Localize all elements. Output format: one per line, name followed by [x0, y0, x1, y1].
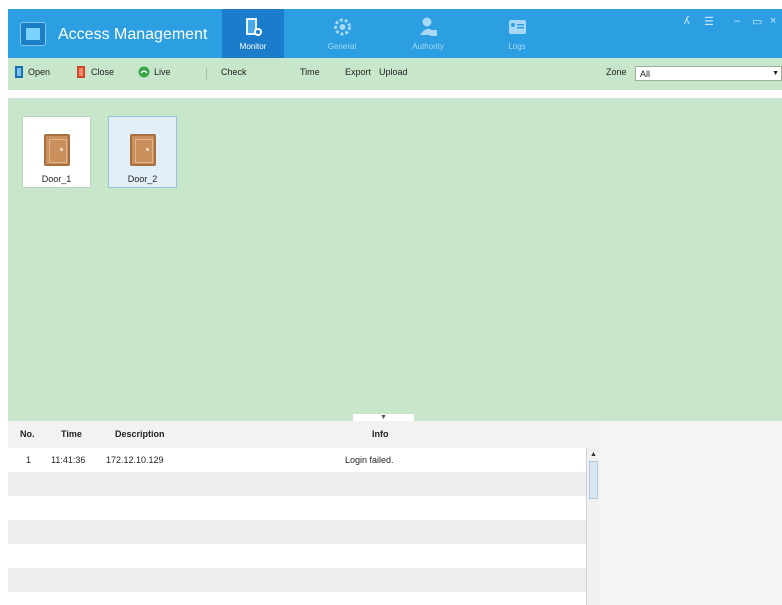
check-button[interactable]: Check — [221, 67, 247, 77]
gear-icon — [334, 18, 351, 36]
column-header-description[interactable]: Description — [115, 429, 165, 439]
zone-select[interactable]: All ▼ — [635, 66, 782, 81]
log-table-body: 1 11:41:36 172.12.10.129 Login failed. — [8, 448, 586, 605]
door-tile-2[interactable]: Door_2 — [108, 116, 177, 188]
upload-button[interactable]: Upload — [379, 67, 408, 77]
log-scrollbar[interactable]: ▲ — [586, 448, 599, 605]
title-bar: Access Management Monitor General Author… — [8, 9, 782, 58]
close-window-button[interactable]: × — [770, 15, 776, 27]
close-door-icon — [77, 66, 85, 78]
tab-logs[interactable]: Logs — [486, 9, 548, 58]
scroll-up-icon[interactable]: ▲ — [589, 450, 598, 459]
column-header-no[interactable]: No. — [20, 429, 35, 439]
column-header-info[interactable]: Info — [372, 429, 389, 439]
close-button[interactable]: Close — [91, 67, 114, 77]
zone-select-value: All — [640, 69, 651, 79]
tab-logs-label: Logs — [508, 42, 526, 51]
divider-strip — [8, 90, 782, 99]
toolbar: Open Close Live Check Time Export Upload… — [8, 58, 782, 90]
column-header-time[interactable]: Time — [61, 429, 82, 439]
time-button[interactable]: Time — [300, 67, 320, 77]
menu-icon[interactable]: ☰ — [704, 15, 714, 28]
log-cell-info: Login failed. — [345, 455, 394, 465]
minimize-button[interactable]: – — [734, 15, 740, 27]
table-row[interactable]: 1 11:41:36 172.12.10.129 Login failed. — [8, 448, 586, 472]
log-card-icon — [509, 20, 526, 34]
door-panel: Door_1 Door_2 — [8, 99, 782, 421]
log-detail-pane — [599, 421, 782, 605]
open-door-icon — [15, 66, 23, 78]
export-button[interactable]: Export — [345, 67, 371, 77]
door-tile-1[interactable]: Door_1 — [22, 116, 91, 188]
log-cell-time: 11:41:36 — [51, 455, 86, 465]
live-button[interactable]: Live — [154, 67, 171, 77]
zone-label: Zone — [606, 67, 627, 77]
door-icon — [130, 134, 156, 166]
toolbar-divider — [206, 68, 207, 80]
user-lock-icon — [420, 17, 437, 36]
door-label: Door_2 — [127, 174, 158, 184]
log-cell-description: 172.12.10.129 — [106, 455, 164, 465]
maximize-button[interactable]: ▭ — [752, 15, 762, 28]
app-logo-icon — [20, 22, 46, 46]
scrollbar-thumb[interactable] — [589, 461, 598, 499]
table-row — [8, 544, 586, 568]
live-icon — [138, 66, 150, 78]
user-icon[interactable]: ʎ — [684, 15, 690, 27]
door-monitor-icon — [246, 18, 262, 36]
table-row — [8, 472, 586, 496]
open-button[interactable]: Open — [28, 67, 50, 77]
tab-monitor[interactable]: Monitor — [222, 9, 284, 58]
table-row — [8, 568, 586, 592]
log-table-header: No. Time Description Info — [8, 421, 599, 448]
door-icon — [44, 134, 70, 166]
tab-authority[interactable]: Authority — [397, 9, 459, 58]
door-label: Door_1 — [41, 174, 72, 184]
table-row — [8, 520, 586, 544]
tab-authority-label: Authority — [412, 42, 444, 51]
table-row — [8, 496, 586, 520]
log-cell-no: 1 — [26, 455, 32, 465]
tab-monitor-label: Monitor — [239, 42, 267, 51]
tab-general[interactable]: General — [311, 9, 373, 58]
chevron-down-icon[interactable]: ▼ — [772, 70, 779, 77]
tab-general-label: General — [327, 42, 357, 51]
app-title: Access Management — [58, 26, 208, 43]
